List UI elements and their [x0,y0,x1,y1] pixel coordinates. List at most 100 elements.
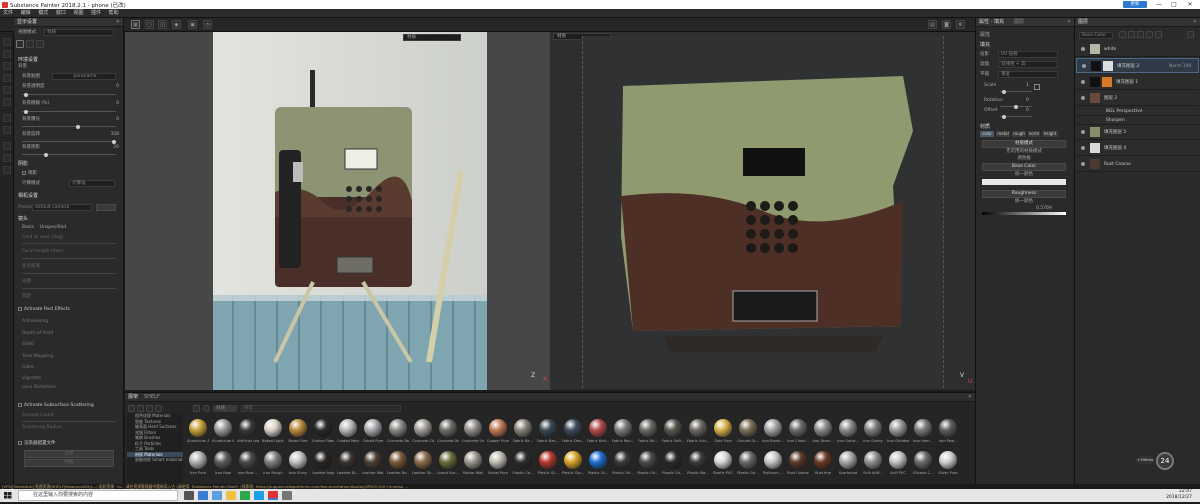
material-thumbnail[interactable]: Fabric Den... [562,419,584,450]
material-thumbnail[interactable]: Iron Rough [262,451,284,482]
env-slider-0[interactable] [22,92,116,97]
shelf-category-item[interactable]: 智能材质 Smart materials [127,457,183,463]
material-thumbnail[interactable]: Fabric Ba... [512,419,534,450]
camera-tab-icon[interactable] [26,40,34,48]
env-slider-4[interactable] [22,152,116,157]
material-thumbnail[interactable]: Concrete Bare [387,419,409,450]
material-thumbnail[interactable]: Plastic Gri... [737,451,759,482]
material-thumbnail[interactable]: Plastic Gri... [612,451,634,482]
close-icon[interactable]: ✕ [968,393,972,402]
material-thumbnail[interactable]: Plastic Gr... [587,451,609,482]
import-icon[interactable] [146,405,153,412]
material-thumbnail[interactable]: Iron Shiny [287,451,309,482]
material-thumbnail[interactable]: Nickel Pure [487,451,509,482]
material-thumbnail[interactable]: Plastic Ma... [687,451,709,482]
material-thumbnail[interactable]: Fabric Soft... [662,419,684,450]
substance-painter-icon[interactable] [268,491,278,500]
menu-plugins[interactable]: 插件 [88,9,104,18]
material-thumbnail[interactable]: Iron Chain... [787,419,809,450]
focal-slider[interactable] [22,258,116,259]
visibility-eye-icon[interactable] [1081,80,1085,84]
material-thumbnail[interactable]: Iron Ham... [912,419,934,450]
eraser-icon[interactable] [3,50,11,58]
filter-dropdown[interactable]: 双线性 + 高 [998,61,1058,68]
apply-material-button[interactable]: 材质 [24,459,114,467]
material-thumbnail[interactable]: Fabric Sub... [687,419,709,450]
taskbar-search-input[interactable]: 在这里输入你要搜索的内容 [18,490,178,501]
material-thumbnail[interactable]: Silver Pure [937,451,959,482]
visibility-eye-icon[interactable] [1082,64,1086,68]
screenshot-icon[interactable]: ◉ [172,20,181,29]
material-thumbnail[interactable]: Iron Brush... [762,419,784,450]
material-thumbnail[interactable]: Lizard Sca... [437,451,459,482]
effect-row-4[interactable]: Tone Mapping [22,353,119,360]
base-color-swatch[interactable] [982,179,1066,185]
grid-view-icon[interactable]: ▦ [131,20,140,29]
view-mode-dropdown[interactable]: 材质 [44,29,114,36]
material-thumbnail[interactable]: Plastic PVC [712,451,734,482]
material-thumbnail[interactable]: Iron Pure [187,451,209,482]
material-thumbnail[interactable]: Aluminium Am... [187,419,209,450]
material-thumbnail[interactable]: Concrete Clean [412,419,434,450]
material-thumbnail[interactable]: Plastic Gl... [537,451,559,482]
task-view-icon[interactable] [184,491,194,500]
projection-dropdown[interactable]: UV 投射 [998,51,1058,58]
close-icon[interactable]: ✕ [1067,18,1071,27]
close-button[interactable]: ✕ [1183,0,1197,9]
menu-help[interactable]: 帮助 [106,9,122,18]
material-thumbnail[interactable]: Iron Galva... [837,419,859,450]
material-thumbnail[interactable]: Plastic Gri... [637,451,659,482]
material-thumbnail[interactable]: Leather Wal... [362,451,384,482]
sss-sample-slider[interactable] [22,421,116,422]
clear-filter-icon[interactable] [203,405,210,412]
effect-row-1[interactable]: Antialiasing [22,318,119,325]
effect-icon[interactable] [1155,31,1162,38]
timer-icon[interactable]: ◷ [203,20,212,29]
viewport-2d[interactable]: 材质 V U [550,32,975,390]
subsurface-row[interactable]: Activate Subsurface Scattering [18,402,119,409]
delete-icon[interactable] [155,405,162,412]
geometry-fill-icon[interactable] [3,74,11,82]
layer-item[interactable]: 填充图层 4 [1076,141,1199,156]
material-thumbnail[interactable]: Fabric Knit... [587,419,609,450]
layers-icon[interactable] [3,142,11,150]
channel-color[interactable]: color [980,131,994,137]
layer-item[interactable]: 填充图层 1 [1076,75,1199,90]
smudge-icon[interactable] [3,86,11,94]
material-thumbnail[interactable]: Scifi Artif... [862,451,884,482]
viewport-3d-channel-dropdown[interactable]: 材质 [403,34,461,41]
visibility-eye-icon[interactable] [1081,130,1085,134]
layer-item[interactable]: white [1076,42,1199,57]
material-thumbnail[interactable]: Brass Pure [287,419,309,450]
aperture-slider[interactable] [22,288,116,289]
material-thumbnail[interactable]: Platinum ... [762,451,784,482]
menu-view[interactable]: 视图 [70,9,86,18]
material-thumbnail[interactable]: Artificial Lea... [237,419,259,450]
layer-item[interactable]: 图层 2 [1076,91,1199,106]
picker-icon[interactable] [3,114,11,122]
material-thumbnail[interactable]: Mortar Wall [462,451,484,482]
paint-layer-icon[interactable] [1119,31,1126,38]
channel-rough[interactable]: rough [1012,131,1026,137]
roughness-slider[interactable] [982,212,1066,215]
material-thumbnail[interactable]: Rust fine [812,451,834,482]
material-thumbnail[interactable]: Leather Sk... [412,451,434,482]
channel-height[interactable]: height [1042,131,1058,137]
photo-icon[interactable]: ◙ [942,20,951,29]
visibility-eye-icon[interactable] [1081,96,1085,100]
material-thumbnail[interactable]: Fabric Rou... [612,419,634,450]
maximize-button[interactable]: □ [1167,0,1181,9]
scene-render[interactable] [213,32,487,390]
apply-all-button[interactable]: 全部 [24,450,114,458]
settings-icon[interactable]: ⚙ [956,20,965,29]
viewport-3d[interactable]: 材质 Z X [125,32,550,390]
material-thumbnail[interactable]: Leather Bo... [387,451,409,482]
layer-item-selected[interactable]: 填充图层 2 Norm 100 [1076,58,1199,73]
windows-start-icon[interactable] [0,489,16,502]
effect-row-6[interactable]: Vignette [22,375,119,382]
env-slider-2[interactable] [22,124,116,129]
effect-item[interactable]: Sharpen [1076,116,1199,125]
material-thumbnail[interactable]: Cobalt Pure [362,419,384,450]
layer-item[interactable]: 填充图层 5 [1076,125,1199,140]
close-icon[interactable]: ✕ [1193,18,1197,27]
